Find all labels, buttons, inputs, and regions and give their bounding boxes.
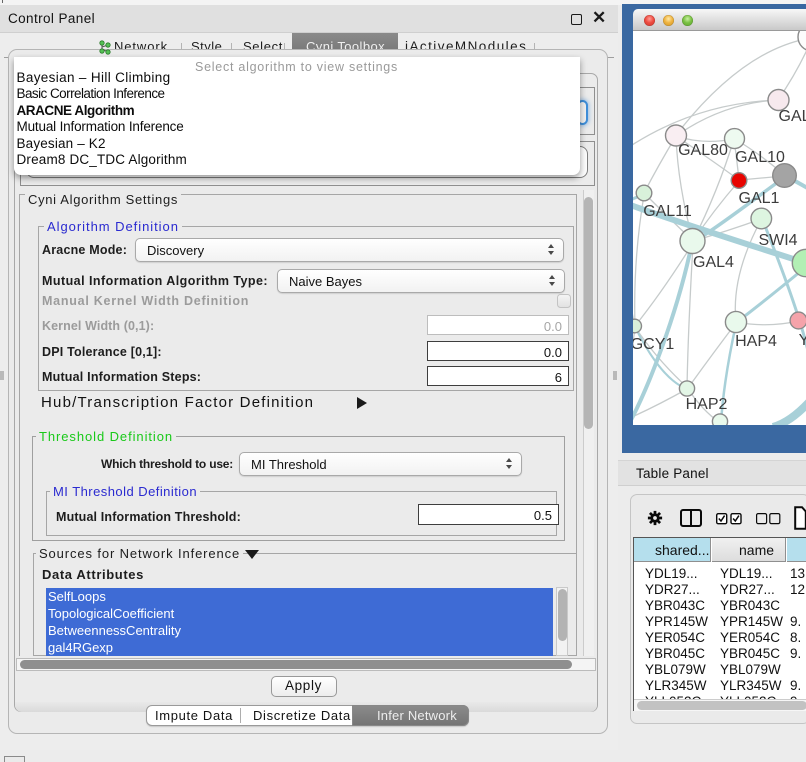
- svg-text:GCY1: GCY1: [633, 336, 674, 353]
- svg-text:GAL10: GAL10: [735, 149, 785, 166]
- svg-text:GAL80: GAL80: [678, 142, 728, 159]
- svg-text:GAL7: GAL7: [779, 108, 806, 125]
- svg-text:GAL1: GAL1: [739, 190, 780, 207]
- svg-text:GAL4: GAL4: [693, 254, 734, 271]
- svg-text:SWI4: SWI4: [758, 232, 797, 249]
- svg-text:HAP4: HAP4: [735, 333, 777, 350]
- svg-text:Y: Y: [799, 332, 806, 349]
- svg-text:GAL11: GAL11: [643, 203, 692, 220]
- svg-text:HAP2: HAP2: [686, 396, 728, 413]
